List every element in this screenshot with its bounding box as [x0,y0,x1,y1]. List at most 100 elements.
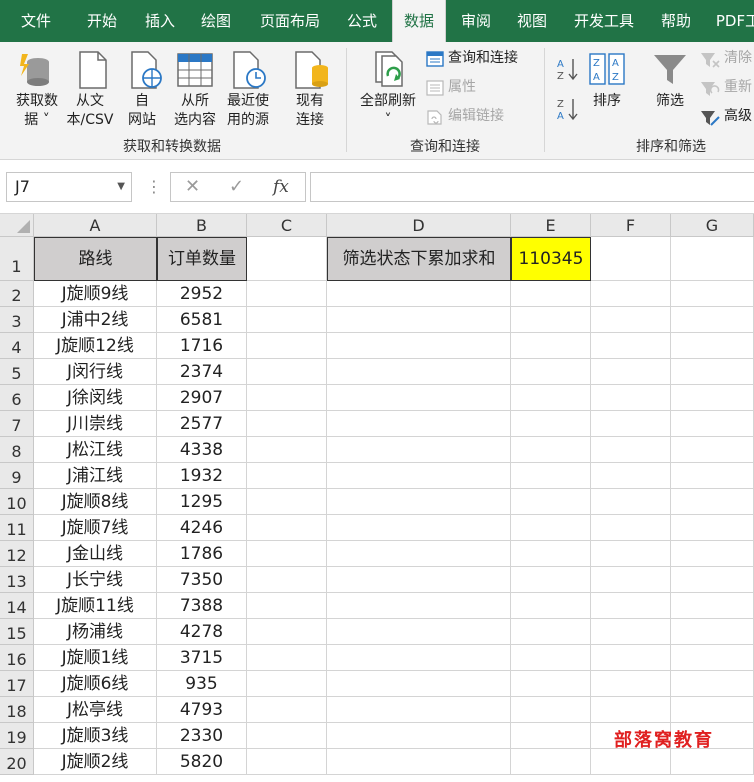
tab-developer[interactable]: 开发工具 [566,0,642,42]
drag-handle-icon[interactable]: ⋮ [146,172,162,202]
row-header[interactable]: 3 [0,307,34,333]
tab-data[interactable]: 数据 [392,0,446,42]
cell[interactable] [591,567,671,593]
cell[interactable] [511,463,591,489]
insert-function-icon[interactable]: fx [273,173,289,201]
cell[interactable] [511,671,591,697]
order-qty-cell[interactable]: 1786 [157,541,247,567]
cell[interactable] [511,723,591,749]
cell[interactable] [511,437,591,463]
cell[interactable] [671,515,754,541]
row-header[interactable]: 18 [0,697,34,723]
cell[interactable] [247,359,327,385]
route-cell[interactable]: J金山线 [34,541,157,567]
cell[interactable] [511,749,591,775]
cell[interactable] [511,307,591,333]
cell[interactable] [511,567,591,593]
cell[interactable] [591,671,671,697]
cell[interactable] [247,723,327,749]
cell[interactable] [327,593,511,619]
cell[interactable] [591,333,671,359]
cell[interactable] [247,489,327,515]
order-qty-cell[interactable]: 2907 [157,385,247,411]
cell[interactable] [511,359,591,385]
route-cell[interactable]: J旋顺2线 [34,749,157,775]
order-qty-cell[interactable]: 3715 [157,645,247,671]
chevron-down-icon[interactable]: ▼ [117,173,125,201]
row-header[interactable]: 17 [0,671,34,697]
cell[interactable] [591,307,671,333]
cell[interactable] [671,463,754,489]
route-cell[interactable]: J松江线 [34,437,157,463]
row-header[interactable]: 15 [0,619,34,645]
cell[interactable] [327,749,511,775]
tab-view[interactable]: 视图 [506,0,558,42]
route-cell[interactable]: J浦中2线 [34,307,157,333]
cell[interactable] [247,307,327,333]
cell[interactable] [247,671,327,697]
order-qty-cell[interactable]: 4278 [157,619,247,645]
cell[interactable] [671,671,754,697]
row-header[interactable]: 13 [0,567,34,593]
row-header[interactable]: 4 [0,333,34,359]
filter-sum-value-cell[interactable]: 110345 [511,237,591,281]
cell[interactable] [327,645,511,671]
header-cell-route[interactable]: 路线 [34,237,157,281]
order-qty-cell[interactable]: 4793 [157,697,247,723]
row-header[interactable]: 9 [0,463,34,489]
cell[interactable] [591,463,671,489]
cancel-icon[interactable]: ✕ [185,173,200,201]
tab-home[interactable]: 开始 [74,0,130,42]
order-qty-cell[interactable]: 4246 [157,515,247,541]
cell[interactable] [327,307,511,333]
cell[interactable] [511,619,591,645]
tab-pdf[interactable]: PDF工 [708,0,754,42]
row-header[interactable]: 10 [0,489,34,515]
cell[interactable] [511,411,591,437]
cell[interactable] [591,237,671,281]
order-qty-cell[interactable]: 1295 [157,489,247,515]
tab-formulas[interactable]: 公式 [336,0,388,42]
cell[interactable] [327,281,511,307]
order-qty-cell[interactable]: 2330 [157,723,247,749]
row-header[interactable]: 19 [0,723,34,749]
cell[interactable] [591,385,671,411]
cell[interactable] [511,489,591,515]
cell[interactable] [591,489,671,515]
route-cell[interactable]: J旋顺7线 [34,515,157,541]
row-header[interactable]: 20 [0,749,34,775]
cell[interactable] [671,385,754,411]
order-qty-cell[interactable]: 1932 [157,463,247,489]
cell[interactable] [591,619,671,645]
cell[interactable] [671,437,754,463]
row-header[interactable]: 11 [0,515,34,541]
order-qty-cell[interactable]: 6581 [157,307,247,333]
cell[interactable] [247,437,327,463]
tab-insert[interactable]: 插入 [134,0,186,42]
select-all-corner[interactable] [0,214,34,237]
cell[interactable] [327,333,511,359]
row-header[interactable]: 7 [0,411,34,437]
order-qty-cell[interactable]: 5820 [157,749,247,775]
route-cell[interactable]: J旋顺12线 [34,333,157,359]
cell[interactable] [671,307,754,333]
cell[interactable] [591,281,671,307]
route-cell[interactable]: J松亭线 [34,697,157,723]
route-cell[interactable]: J旋顺3线 [34,723,157,749]
cell[interactable] [247,619,327,645]
cell[interactable] [327,567,511,593]
cell[interactable] [247,645,327,671]
route-cell[interactable]: J旋顺1线 [34,645,157,671]
enter-icon[interactable]: ✓ [229,173,244,201]
order-qty-cell[interactable]: 4338 [157,437,247,463]
cell[interactable] [671,359,754,385]
cell[interactable] [247,463,327,489]
cell[interactable] [591,411,671,437]
cell[interactable] [511,697,591,723]
row-header[interactable]: 8 [0,437,34,463]
filter-sum-label-cell[interactable]: 筛选状态下累加求和 [327,237,511,281]
order-qty-cell[interactable]: 2577 [157,411,247,437]
cell[interactable] [247,411,327,437]
cell[interactable] [671,749,754,775]
cell[interactable] [671,237,754,281]
